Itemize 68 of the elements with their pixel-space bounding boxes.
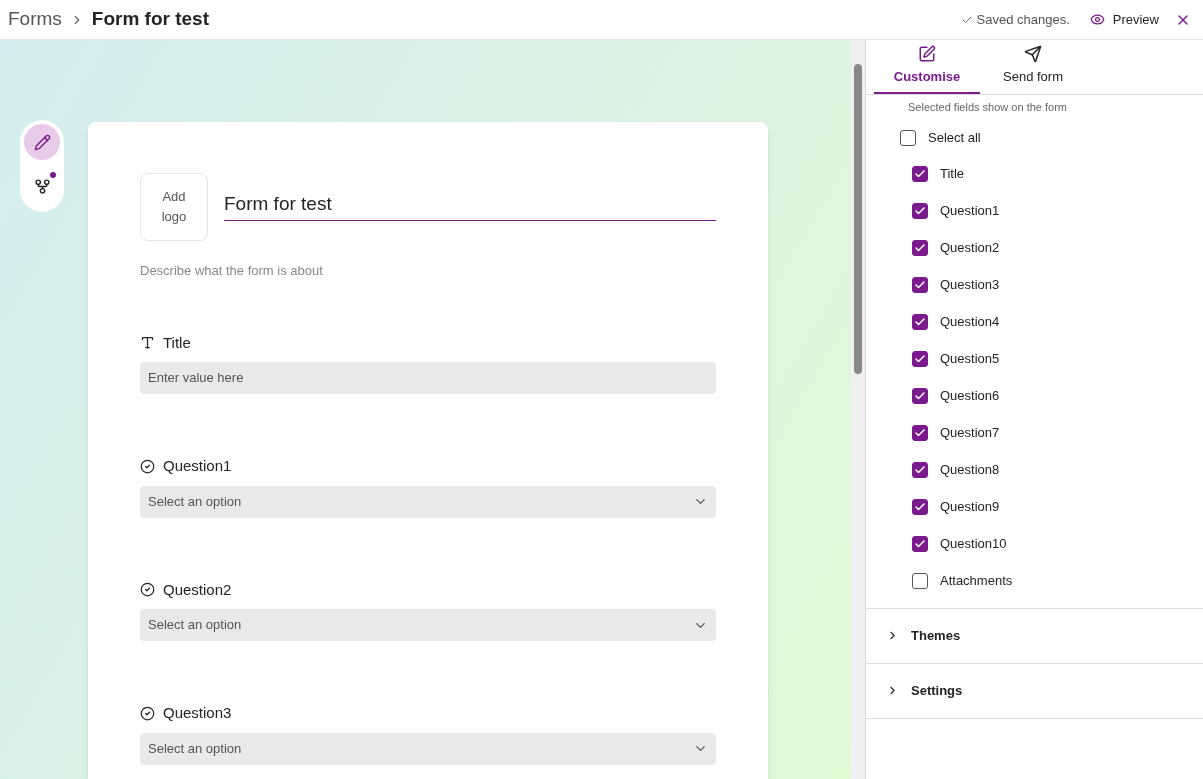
field-checkbox[interactable]: [912, 425, 928, 441]
check-icon: [914, 242, 926, 254]
question-label: Question1: [163, 456, 232, 476]
send-icon: [1024, 45, 1042, 64]
choice-icon: [140, 458, 155, 474]
choice-icon: [140, 705, 155, 721]
add-logo-button[interactable]: Add logo: [140, 173, 208, 241]
checkbox-label: Question2: [940, 239, 1000, 258]
checkbox-label: Question9: [940, 498, 1000, 517]
field-checkbox[interactable]: [912, 462, 928, 478]
checkbox-label: Select all: [928, 128, 981, 147]
check-icon: [914, 501, 926, 513]
checkbox-label: Title: [940, 165, 965, 184]
section-header[interactable]: Settings: [866, 663, 1203, 719]
field-checkbox[interactable]: [912, 277, 928, 293]
edit-form-icon: [918, 45, 936, 64]
checkbox-label: Question5: [940, 350, 1000, 369]
text-field-icon: [140, 335, 155, 351]
panel-tab[interactable]: Send form: [980, 40, 1086, 94]
text-input[interactable]: Enter value here: [140, 362, 716, 394]
dropdown[interactable]: Select an option: [140, 732, 716, 765]
question-label: Question3: [163, 703, 232, 723]
checkbox-label: Question10: [940, 535, 1007, 554]
pencil-icon: [33, 133, 51, 151]
form-title-field[interactable]: Form for test: [224, 189, 716, 221]
edit-button[interactable]: [24, 124, 60, 160]
field-checkbox[interactable]: [912, 499, 928, 515]
save-status: Saved changes.: [976, 10, 1070, 29]
checkbox-label: Question8: [940, 461, 1000, 480]
checkbox-label: Question4: [940, 313, 1000, 332]
section-header[interactable]: Themes: [866, 608, 1203, 664]
hint-text: Selected fields show on the form: [908, 100, 1068, 115]
field-checkbox[interactable]: [912, 536, 928, 552]
panel-tab[interactable]: Customise: [874, 40, 980, 94]
question-label: Question2: [163, 579, 232, 600]
dropdown[interactable]: Select an option: [140, 485, 716, 518]
check-icon: [914, 464, 926, 476]
field-checkbox[interactable]: [912, 240, 928, 256]
question-label: Title: [163, 332, 191, 353]
check-icon: [914, 316, 926, 328]
dropdown[interactable]: Select an option: [140, 609, 716, 641]
checkbox-label: Question1: [940, 202, 1000, 221]
checkbox-label: Attachments: [940, 572, 1013, 591]
scrollbar[interactable]: [851, 40, 866, 779]
branch-icon: [33, 177, 51, 195]
check-icon: [914, 353, 926, 365]
form-name: Form for test: [91, 7, 209, 32]
check-icon: [914, 390, 926, 402]
field-checkbox[interactable]: [912, 573, 928, 589]
checkbox-label: Question7: [940, 424, 1000, 443]
checkbox-label: Question6: [940, 387, 1000, 406]
description-field[interactable]: Describe what the form is about: [140, 261, 716, 281]
checkbox-label: Question3: [940, 276, 1000, 295]
field-checkbox[interactable]: [912, 388, 928, 404]
check-icon: [914, 168, 926, 180]
check-icon: [914, 205, 926, 217]
field-checkbox[interactable]: [912, 314, 928, 330]
check-icon: [914, 427, 926, 439]
check-icon: [914, 279, 926, 291]
choice-icon: [140, 582, 155, 598]
select-all-checkbox[interactable]: [900, 129, 916, 146]
eye-icon: [1089, 12, 1105, 27]
breadcrumb-link[interactable]: Forms: [8, 5, 62, 34]
check-icon: [914, 538, 926, 550]
field-checkbox[interactable]: [912, 351, 928, 367]
field-checkbox[interactable]: [912, 203, 928, 219]
field-checkbox[interactable]: [912, 166, 928, 182]
preview-button[interactable]: Preview: [1089, 9, 1159, 30]
